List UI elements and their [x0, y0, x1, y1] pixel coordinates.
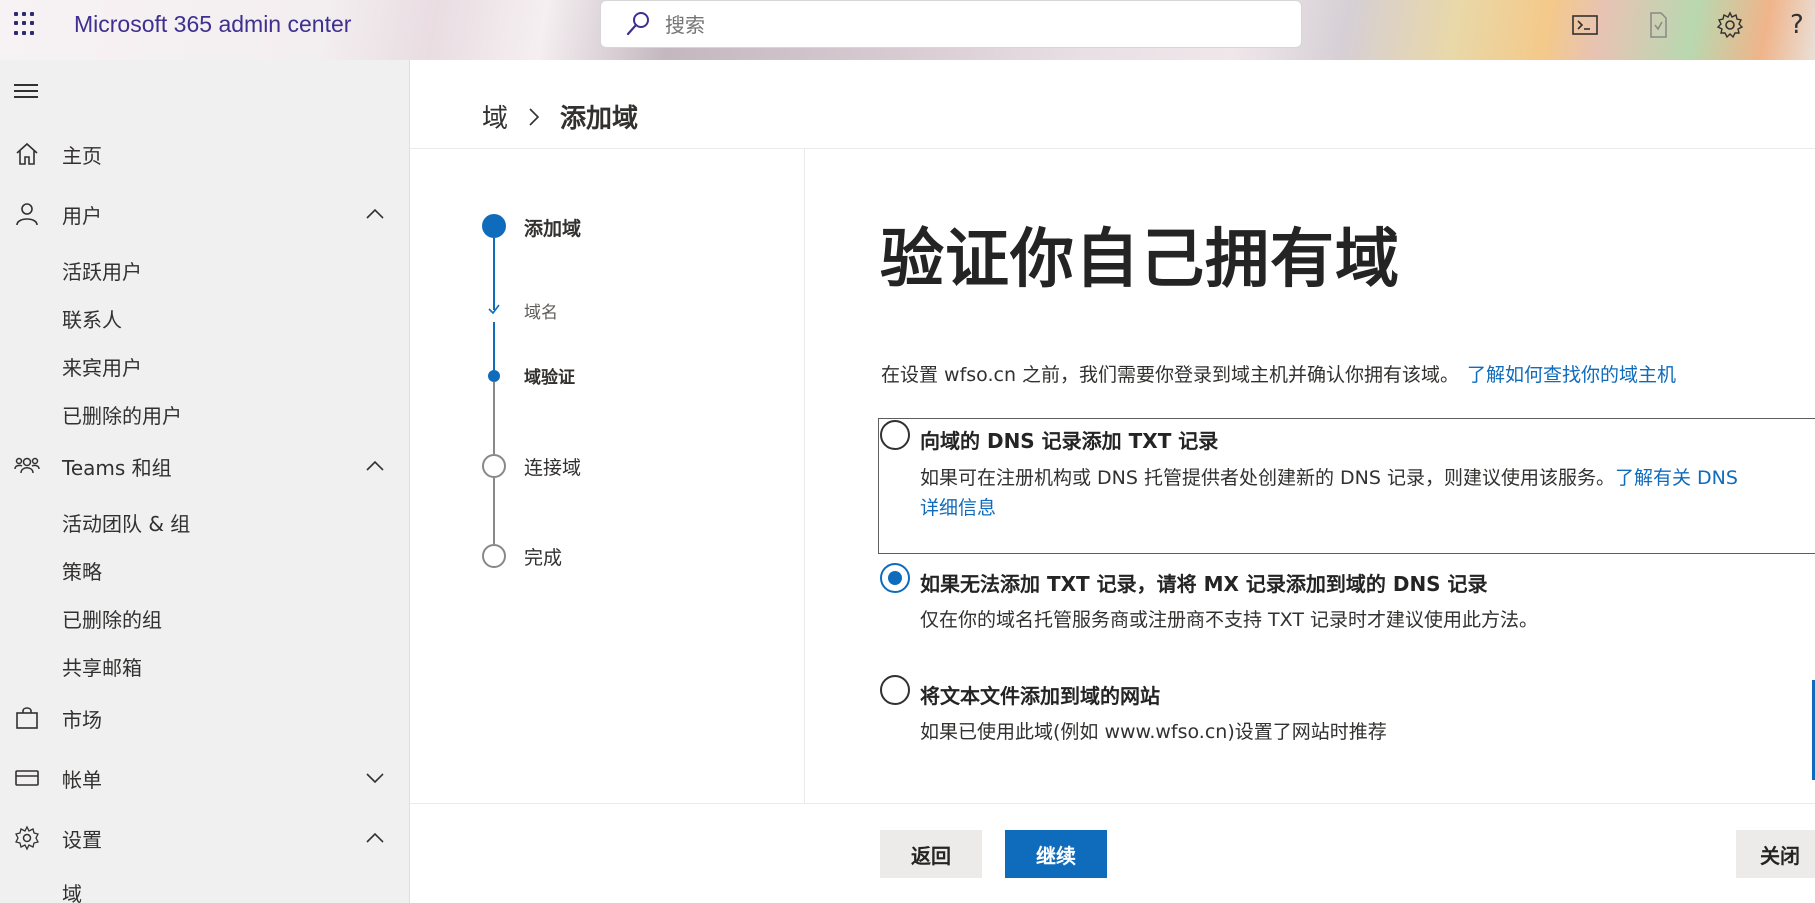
- sidebar-item-label: 用户: [62, 203, 102, 228]
- radio-txt-record[interactable]: [880, 420, 910, 450]
- radio-mx-record[interactable]: [880, 563, 910, 593]
- option-description: 如果可在注册机构或 DNS 托管提供者处创建新的 DNS 记录，则建议使用该服务…: [920, 463, 1738, 490]
- option-description: 如果已使用此域(例如 www.wfso.cn)设置了网站时推荐: [920, 721, 1387, 743]
- step-label: 域验证: [524, 368, 575, 388]
- steps-divider: [804, 149, 805, 803]
- step-connector: [493, 478, 495, 544]
- step-pending-indicator: [482, 454, 506, 478]
- step-label: 域名: [524, 303, 558, 323]
- card-icon: [15, 770, 39, 786]
- intro-text: 在设置 wfso.cn 之前，我们需要你登录到域主机并确认你拥有该域。 了解如何查…: [881, 360, 1676, 387]
- step-substep-indicator: [488, 370, 500, 382]
- document-icon[interactable]: [1643, 10, 1673, 40]
- sidebar-item-label: 设置: [62, 827, 102, 852]
- main-panel: 域 添加域 添加域 域名 域验证 连接域 完成 验证你自己拥有域 在设置 wfs…: [410, 60, 1815, 903]
- intro-text-body: 在设置 wfso.cn 之前，我们需要你登录到域主机并确认你拥有该域。: [881, 364, 1460, 386]
- radio-text-file[interactable]: [880, 675, 910, 705]
- sidebar-item-home[interactable]: 主页: [0, 132, 409, 176]
- sidebar-item-label: 主页: [62, 143, 102, 168]
- help-icon[interactable]: ?: [1790, 10, 1815, 40]
- learn-more-details-link[interactable]: 详细信息: [920, 493, 996, 520]
- sidebar-subitem-guest-users[interactable]: 来宾用户: [62, 352, 142, 381]
- step-label: 连接域: [524, 457, 582, 479]
- find-domain-host-link[interactable]: 了解如何查找你的域主机: [1467, 364, 1676, 386]
- app-title[interactable]: Microsoft 365 admin center: [74, 11, 351, 38]
- sidebar-item-teams-groups[interactable]: Teams 和组: [0, 444, 409, 488]
- breadcrumb-current: 添加域: [560, 104, 639, 134]
- option-title: 如果无法添加 TXT 记录，请将 MX 记录添加到域的 DNS 记录: [920, 572, 1488, 596]
- gear-icon[interactable]: [1715, 10, 1745, 40]
- chevron-up-icon: [366, 208, 384, 219]
- sidebar-item-marketplace[interactable]: 市场: [0, 696, 409, 740]
- footer-divider: [410, 803, 1815, 804]
- learn-more-dns-link[interactable]: 了解有关 DNS: [1615, 467, 1738, 489]
- search-icon: [626, 12, 649, 36]
- sidebar-subitem-deleted-users[interactable]: 已删除的用户: [62, 400, 182, 429]
- header-divider: [410, 148, 1815, 149]
- chevron-up-icon: [366, 832, 384, 843]
- step-connector: [493, 382, 495, 454]
- checkmark-icon: [488, 304, 500, 315]
- step-label: 完成: [524, 547, 563, 569]
- terminal-icon[interactable]: [1570, 10, 1600, 40]
- sidebar-subitem-domains[interactable]: 域: [62, 878, 82, 903]
- gear-icon: [15, 825, 39, 851]
- search-box[interactable]: [600, 0, 1302, 48]
- waffle-icon[interactable]: [14, 12, 38, 36]
- step-connector: [493, 322, 495, 374]
- page-title: 验证你自己拥有域: [880, 223, 1400, 297]
- sidebar-subitem-contacts[interactable]: 联系人: [62, 304, 122, 333]
- person-icon: [16, 203, 38, 226]
- sidebar-subitem-deleted-groups[interactable]: 已删除的组: [62, 604, 162, 633]
- sidebar-subitem-policies[interactable]: 策略: [62, 556, 102, 585]
- step-connector: [493, 238, 495, 310]
- option-description-text: 如果可在注册机构或 DNS 托管提供者处创建新的 DNS 记录，则建议使用该服务…: [920, 467, 1615, 489]
- sidebar: 主页 用户 活跃用户 联系人 来宾用户 已删除的用户 Teams 和组 活动团队…: [0, 60, 410, 903]
- step-label: 添加域: [524, 218, 582, 240]
- top-bar: Microsoft 365 admin center ?: [0, 0, 1815, 60]
- close-button[interactable]: 关闭: [1736, 830, 1815, 878]
- step-pending-indicator: [482, 544, 506, 568]
- sidebar-item-users[interactable]: 用户: [0, 192, 409, 236]
- home-icon: [16, 142, 38, 165]
- sidebar-item-billing[interactable]: 帐单: [0, 756, 409, 800]
- people-icon: [14, 457, 40, 474]
- sidebar-item-label: 帐单: [62, 767, 102, 792]
- sidebar-subitem-active-users[interactable]: 活跃用户: [62, 256, 142, 285]
- continue-button[interactable]: 继续: [1005, 830, 1107, 878]
- sidebar-subitem-shared-mailboxes[interactable]: 共享邮箱: [62, 652, 142, 681]
- sidebar-subitem-active-teams[interactable]: 活动团队 & 组: [62, 508, 190, 537]
- search-input[interactable]: [665, 11, 1265, 39]
- sidebar-item-label: 市场: [62, 707, 102, 732]
- breadcrumb-domains-link[interactable]: 域: [482, 98, 508, 135]
- option-title: 将文本文件添加到域的网站: [920, 684, 1160, 708]
- sidebar-item-label: Teams 和组: [62, 455, 172, 480]
- sidebar-item-settings[interactable]: 设置: [0, 816, 409, 860]
- option-title: 向域的 DNS 记录添加 TXT 记录: [920, 429, 1219, 453]
- shopping-bag-icon: [16, 707, 38, 729]
- chevron-down-icon: [366, 773, 384, 784]
- option-description: 仅在你的域名托管服务商或注册商不支持 TXT 记录时才建议使用此方法。: [920, 609, 1538, 631]
- back-button[interactable]: 返回: [880, 830, 982, 878]
- hamburger-menu-icon[interactable]: [14, 84, 38, 100]
- breadcrumb: 域 添加域: [482, 98, 638, 135]
- chevron-right-icon: [529, 107, 540, 126]
- chevron-up-icon: [366, 460, 384, 471]
- step-current-indicator: [482, 214, 506, 238]
